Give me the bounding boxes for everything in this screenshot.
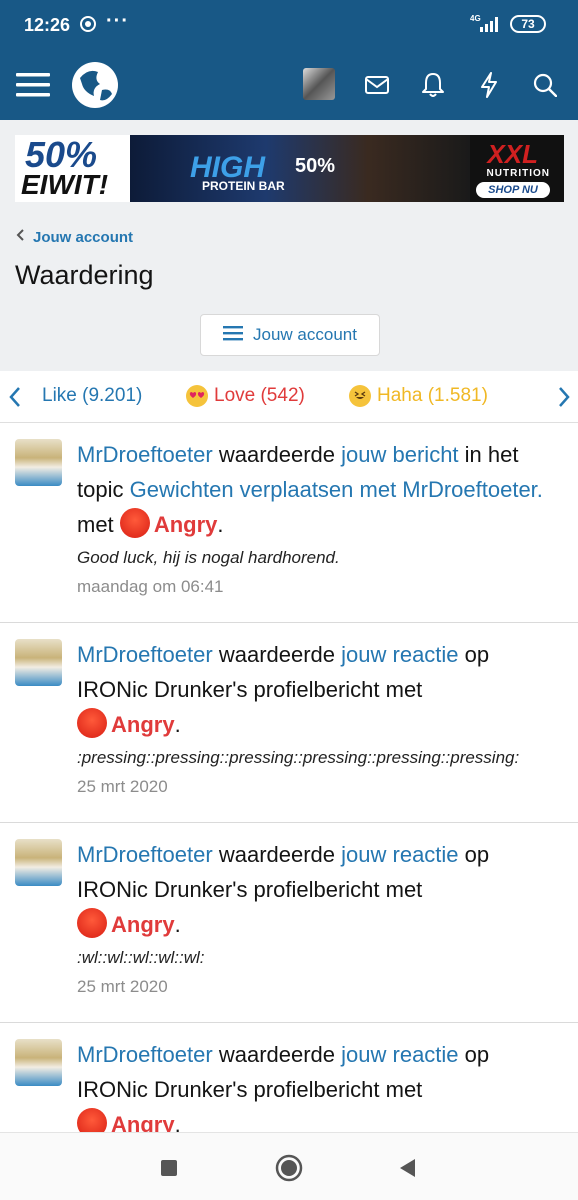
- breadcrumb[interactable]: Jouw account: [15, 228, 133, 246]
- ad-banner[interactable]: 50% EIWIT! HIGH PROTEIN BAR 50% XXL NUTR…: [15, 135, 564, 202]
- bell-icon[interactable]: [413, 65, 453, 105]
- verb-text: waardeerde: [218, 442, 336, 467]
- reaction-label: Angry: [111, 912, 175, 937]
- timestamp: 25 mrt 2020: [77, 977, 168, 996]
- banner-brand: XXL NUTRITION SHOP NU: [470, 135, 564, 202]
- angry-face-icon: [119, 508, 150, 538]
- reaction-label: Angry: [153, 512, 218, 537]
- feed-item: MrDroeftoeter waardeerde jouw bericht in…: [0, 423, 578, 623]
- tab-like-label: Like (9.201): [42, 385, 143, 406]
- feed-item-text: MrDroeftoeter waardeerde jouw reactie op…: [77, 1037, 562, 1132]
- target-link[interactable]: jouw reactie: [341, 642, 458, 667]
- user-avatar[interactable]: [15, 1039, 62, 1086]
- tab-love-label: Love (542): [214, 385, 305, 406]
- user-avatar[interactable]: [15, 639, 62, 686]
- account-menu-button[interactable]: Jouw account: [200, 314, 380, 356]
- banner-left: 50% EIWIT!: [15, 135, 130, 202]
- feed-item: MrDroeftoeter waardeerde jouw reactie op…: [0, 623, 578, 823]
- banner-protein: EIWIT!: [21, 169, 109, 200]
- timestamp: 25 mrt 2020: [77, 777, 168, 796]
- reaction-label: Angry: [111, 1112, 175, 1132]
- banner-product: HIGH PROTEIN BAR 50%: [130, 135, 470, 202]
- banner-cta-button[interactable]: SHOP NU: [476, 182, 550, 198]
- tab-love[interactable]: Love (542): [186, 385, 305, 407]
- app-header: [0, 50, 578, 120]
- with-text: met: [77, 512, 114, 537]
- reaction-tabs: Like (9.201) Love (542) Haha (1.581): [0, 371, 578, 423]
- content-snippet: Good luck, hij is nogal hardhorend.: [77, 548, 340, 567]
- recents-button[interactable]: [152, 1151, 186, 1185]
- more-notifications-icon: ···: [106, 10, 129, 32]
- content-snippet: :pressing::pressing::pressing::pressing:…: [77, 748, 520, 767]
- user-avatar[interactable]: [15, 439, 62, 486]
- verb-text: waardeerde: [218, 1042, 336, 1067]
- battery-icon: 73: [510, 15, 546, 33]
- laughing-face-icon: [349, 385, 371, 407]
- timestamp: maandag om 06:41: [77, 577, 224, 596]
- user-link[interactable]: MrDroeftoeter: [77, 842, 213, 867]
- tab-haha-label: Haha (1.581): [377, 385, 488, 406]
- target-link[interactable]: jouw reactie: [341, 842, 458, 867]
- clock: 12:26: [24, 15, 71, 35]
- feed-item-text: MrDroeftoeter waardeerde jouw reactie op…: [77, 637, 562, 802]
- home-button[interactable]: [272, 1151, 306, 1185]
- content-area: 50% EIWIT! HIGH PROTEIN BAR 50% XXL NUTR…: [0, 120, 578, 1132]
- angry-face-icon: [77, 908, 107, 938]
- feed-item-text: MrDroeftoeter waardeerde jouw reactie op…: [77, 837, 562, 1002]
- user-link[interactable]: MrDroeftoeter: [77, 1042, 213, 1067]
- banner-percentage: 50%: [25, 135, 98, 175]
- topic-link[interactable]: Gewichten verplaatsen met MrDroeftoeter.: [130, 477, 543, 502]
- status-bar: 12:26 ··· 4G 73: [0, 0, 578, 50]
- content-snippet: :wl::wl::wl::wl::wl:: [77, 948, 205, 967]
- signal-icon: [480, 16, 502, 37]
- target-link[interactable]: jouw reactie: [341, 1042, 458, 1067]
- banner-brand-name: XXL: [487, 139, 538, 169]
- banner-product-pct: 50%: [295, 155, 336, 177]
- user-link[interactable]: MrDroeftoeter: [77, 642, 213, 667]
- target-link[interactable]: jouw bericht: [341, 442, 458, 467]
- globe-logo[interactable]: [70, 60, 120, 110]
- chevron-left-icon[interactable]: [3, 385, 27, 409]
- feed-item-text: MrDroeftoeter waardeerde jouw bericht in…: [77, 437, 562, 602]
- system-nav-bar: [0, 1132, 578, 1200]
- reaction-feed: MrDroeftoeter waardeerde jouw bericht in…: [0, 423, 578, 1132]
- back-button[interactable]: [390, 1151, 424, 1185]
- feed-item: MrDroeftoeter waardeerde jouw reactie op…: [0, 823, 578, 1023]
- reaction-label: Angry: [111, 712, 175, 737]
- hamburger-icon[interactable]: [13, 65, 53, 105]
- breadcrumb-label[interactable]: Jouw account: [33, 229, 133, 246]
- tab-like[interactable]: Like (9.201): [42, 385, 142, 407]
- bolt-icon[interactable]: [469, 65, 509, 105]
- chevron-right-icon[interactable]: [552, 385, 576, 409]
- envelope-icon[interactable]: [357, 65, 397, 105]
- angry-face-icon: [77, 708, 107, 738]
- banner-brand-sub: NUTRITION: [486, 168, 550, 179]
- page-title: Waardering: [15, 260, 154, 290]
- tab-haha[interactable]: Haha (1.581): [349, 385, 488, 407]
- search-icon[interactable]: [525, 65, 565, 105]
- verb-text: waardeerde: [218, 642, 336, 667]
- feed-item: MrDroeftoeter waardeerde jouw reactie op…: [0, 1023, 578, 1132]
- menu-icon: [223, 325, 244, 346]
- user-link[interactable]: MrDroeftoeter: [77, 442, 213, 467]
- verb-text: waardeerde: [218, 842, 336, 867]
- chevron-left-icon: [15, 228, 25, 246]
- heart-eyes-icon: [186, 385, 208, 407]
- angry-face-icon: [77, 1108, 107, 1132]
- account-button-label: Jouw account: [253, 325, 357, 344]
- banner-product-sub: PROTEIN BAR: [202, 179, 285, 193]
- user-avatar[interactable]: [15, 839, 62, 886]
- avatar[interactable]: [303, 68, 335, 100]
- chrome-icon: [80, 16, 96, 37]
